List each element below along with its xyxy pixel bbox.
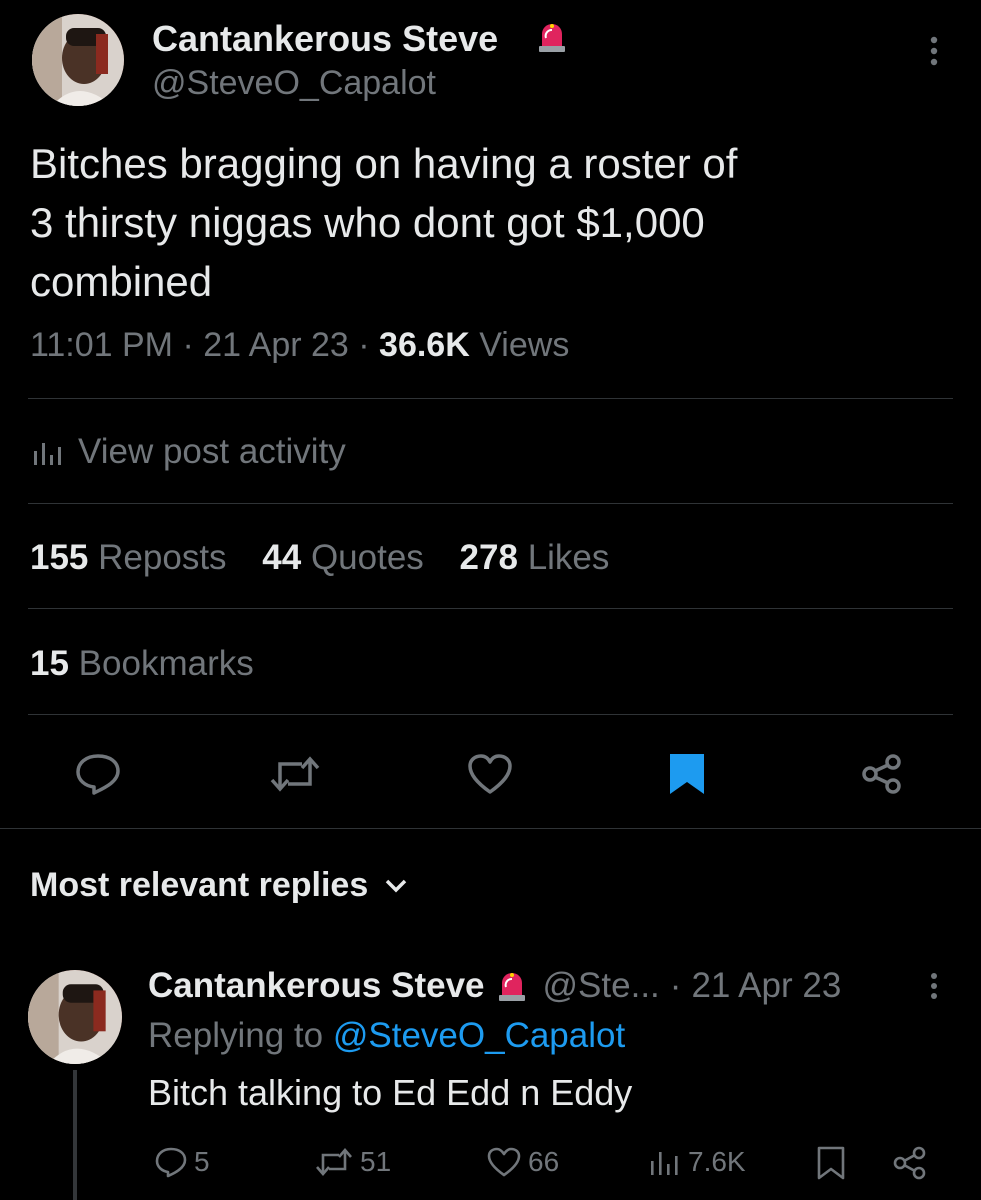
likes-count: 278 (459, 538, 518, 577)
quotes-count: 44 (262, 538, 302, 577)
separator: · (182, 326, 194, 364)
divider (0, 828, 981, 829)
analytics-icon (32, 437, 64, 467)
bookmark-button[interactable] (668, 752, 706, 796)
tweet-counts: 155 Reposts 44 Quotes 278 Likes (30, 538, 609, 578)
like-button[interactable] (466, 752, 514, 796)
reply-replies-button[interactable]: 5 (154, 1146, 210, 1178)
replying-to: Replying to @SteveO_Capalot (148, 1016, 625, 1056)
police-siren-icon (495, 969, 529, 1003)
tweet-text-line: combined (30, 258, 213, 305)
replies-sort-label: Most relevant replies (30, 866, 369, 904)
tweet-text: Bitches bragging on having a roster of 3… (30, 134, 737, 311)
reply-views-count: 7.6K (688, 1146, 746, 1177)
repost-button[interactable] (268, 754, 322, 794)
reposts-count: 155 (30, 538, 89, 577)
repost-icon (316, 1148, 352, 1176)
analytics-icon (651, 1152, 678, 1175)
likes-label: Likes (527, 538, 610, 577)
quotes-label: Quotes (310, 538, 424, 577)
replying-to-label: Replying to (148, 1016, 324, 1055)
divider (28, 608, 953, 609)
share-icon (862, 754, 901, 794)
reply-button[interactable] (74, 752, 122, 796)
replying-to-handle[interactable]: @SteveO_Capalot (333, 1016, 625, 1055)
reply-likes-count: 66 (528, 1146, 560, 1177)
tweet-time[interactable]: 11:01 PM (30, 326, 173, 364)
separator: · (669, 966, 682, 1005)
bookmark-filled-icon (670, 754, 704, 794)
reply-like-button[interactable]: 66 (486, 1146, 559, 1178)
repost-icon (270, 756, 320, 792)
tweet-meta: 11:01 PM · 21 Apr 23 · 36.6K Views (30, 326, 569, 365)
tweet-text-line: 3 thirsty niggas who dont got $1,000 (30, 199, 705, 246)
reply-header: Cantankerous Steve @Ste... · 21 Apr 23 (148, 966, 841, 1006)
reply-date[interactable]: 21 Apr 23 (691, 966, 841, 1006)
reply-icon (76, 754, 120, 795)
heart-icon (468, 754, 512, 794)
thread-line (73, 1070, 77, 1200)
divider (28, 503, 953, 504)
views-count: 36.6K (379, 326, 470, 364)
divider (28, 714, 953, 715)
bookmarks-link[interactable]: 15 Bookmarks (30, 644, 254, 684)
heart-icon (487, 1147, 521, 1177)
view-post-activity-label: View post activity (78, 432, 346, 471)
author-name[interactable]: Cantankerous Steve (152, 18, 498, 60)
reply-author-avatar[interactable] (28, 970, 122, 1064)
reply-replies-count: 5 (194, 1146, 210, 1177)
reply-author-name[interactable]: Cantankerous Steve (148, 966, 485, 1006)
separator: · (358, 326, 370, 364)
bookmarks-label: Bookmarks (78, 644, 254, 683)
reply-bookmark-button[interactable] (816, 1146, 846, 1180)
tweet-date[interactable]: 21 Apr 23 (203, 326, 349, 364)
view-post-activity-link[interactable]: View post activity (32, 432, 346, 472)
likes-link[interactable]: 278 Likes (460, 538, 610, 577)
reply-share-button[interactable] (892, 1146, 928, 1180)
author-avatar[interactable] (32, 14, 124, 106)
police-siren-icon (535, 20, 569, 54)
reply-views-button[interactable]: 7.6K (648, 1146, 746, 1178)
reposts-link[interactable]: 155 Reposts (30, 538, 236, 577)
share-icon (893, 1146, 926, 1180)
chevron-down-icon (384, 878, 408, 894)
replies-sort-dropdown[interactable]: Most relevant replies (30, 866, 408, 905)
reply-reposts-count: 51 (360, 1146, 392, 1177)
more-options-icon[interactable] (922, 34, 946, 70)
reply-icon (155, 1147, 187, 1178)
reposts-label: Reposts (98, 538, 227, 577)
views-label: Views (479, 326, 570, 364)
quotes-link[interactable]: 44 Quotes (262, 538, 433, 577)
bookmark-icon (817, 1146, 845, 1180)
share-button[interactable] (860, 752, 904, 796)
divider (28, 398, 953, 399)
reply-repost-button[interactable]: 51 (314, 1146, 391, 1178)
reply-author-handle[interactable]: @Ste... (543, 966, 660, 1006)
reply-text: Bitch talking to Ed Edd n Eddy (148, 1072, 633, 1113)
bookmarks-count: 15 (30, 644, 69, 683)
tweet-text-line: Bitches bragging on having a roster of (30, 140, 738, 187)
author-handle[interactable]: @SteveO_Capalot (152, 64, 436, 103)
reply-more-options-icon[interactable] (924, 970, 944, 1004)
